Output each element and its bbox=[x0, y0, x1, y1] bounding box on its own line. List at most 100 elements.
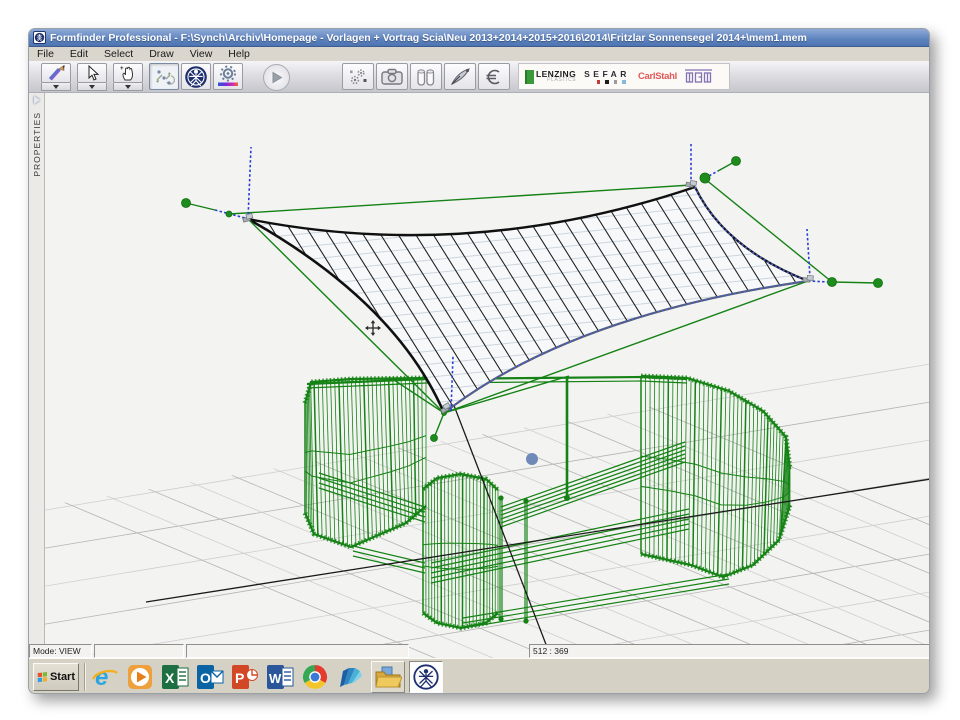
material-rolls-button[interactable] bbox=[410, 63, 442, 90]
fabric-rolls-icon bbox=[415, 66, 437, 88]
properties-panel-tab[interactable]: PROPERTIES bbox=[29, 93, 45, 644]
menu-file[interactable]: File bbox=[29, 48, 62, 60]
euro-icon bbox=[483, 66, 505, 88]
menu-select[interactable]: Select bbox=[96, 48, 141, 60]
anchor-point bbox=[431, 435, 438, 442]
draw-pencil-button[interactable] bbox=[41, 63, 71, 83]
svg-text:e: e bbox=[95, 664, 108, 691]
cursor-arrow-icon bbox=[83, 64, 101, 82]
render-settings-button[interactable] bbox=[213, 63, 243, 90]
taskbar: Start e X bbox=[29, 658, 929, 694]
toolbar: + bbox=[29, 61, 929, 93]
menu-bar: File Edit Select Draw View Help bbox=[29, 47, 929, 61]
svg-text:X: X bbox=[165, 670, 175, 686]
taskbar-chrome[interactable] bbox=[301, 663, 329, 691]
vitruvian-man-icon bbox=[34, 32, 45, 43]
taskbar-excel[interactable]: X bbox=[161, 663, 189, 691]
chrome-icon bbox=[301, 663, 329, 691]
anchor-point bbox=[732, 157, 741, 166]
svg-text:W: W bbox=[269, 671, 282, 686]
internet-explorer-icon: e bbox=[91, 663, 119, 691]
detailing-button[interactable] bbox=[444, 63, 476, 90]
feather-pen-icon bbox=[448, 66, 472, 88]
gear-rainbow-icon bbox=[216, 65, 240, 89]
pencil-icon bbox=[46, 64, 66, 82]
vitruvian-man-icon bbox=[413, 664, 439, 690]
camera-icon bbox=[380, 67, 404, 87]
taskbar-separator bbox=[84, 663, 86, 691]
word-icon: W bbox=[266, 663, 294, 691]
expand-arrow-icon bbox=[34, 96, 40, 104]
carlstahl-logo: CarlStahl bbox=[638, 71, 677, 82]
menu-edit[interactable]: Edit bbox=[62, 48, 96, 60]
membrane-sail bbox=[141, 96, 930, 531]
purple-partner-logo bbox=[685, 68, 712, 85]
menu-draw[interactable]: Draw bbox=[141, 48, 182, 60]
gears-pair-icon bbox=[347, 66, 369, 88]
title-bar: Formfinder Professional - F:\Synch\Archi… bbox=[29, 29, 929, 47]
desktop: Formfinder Professional - F:\Synch\Archi… bbox=[0, 0, 960, 720]
sefar-text: SEFAR bbox=[584, 70, 630, 79]
pan-hand-dropdown[interactable] bbox=[113, 83, 143, 91]
window-title: Formfinder Professional - F:\Synch\Archi… bbox=[50, 32, 807, 44]
folder-icon bbox=[374, 664, 402, 690]
lenzing-subtext: PLASTICS bbox=[547, 78, 576, 83]
scene-svg bbox=[45, 93, 930, 658]
formfinder-tool-button[interactable] bbox=[181, 63, 211, 90]
svg-text:+: + bbox=[120, 66, 124, 72]
powerpoint-icon: P bbox=[231, 663, 259, 691]
move-points-icon bbox=[153, 66, 175, 88]
sefar-squares bbox=[597, 80, 626, 84]
select-cursor-dropdown[interactable] bbox=[77, 83, 107, 91]
sponsor-logo-panel: LENZING PLASTICS SEFAR CarlStahl bbox=[518, 63, 730, 90]
transform-points-button[interactable] bbox=[149, 63, 179, 90]
anchor-point bbox=[874, 279, 883, 288]
start-label: Start bbox=[50, 671, 75, 683]
anchor-point bbox=[828, 278, 837, 287]
select-cursor-button[interactable] bbox=[77, 63, 107, 83]
lenzing-logo: LENZING PLASTICS bbox=[525, 70, 576, 84]
menu-help[interactable]: Help bbox=[220, 48, 258, 60]
cost-button[interactable] bbox=[478, 63, 510, 90]
taskbar-media-player[interactable] bbox=[126, 663, 154, 691]
lenzing-icon bbox=[525, 70, 534, 84]
svg-text:O: O bbox=[200, 670, 211, 686]
taskbar-word[interactable]: W bbox=[266, 663, 294, 691]
windows-logo-icon bbox=[37, 670, 48, 684]
pan-cursor-icon bbox=[365, 320, 381, 336]
vitruvian-man-icon bbox=[184, 65, 208, 89]
status-coordinates: 512 : 369 bbox=[529, 644, 930, 658]
anchor-point bbox=[182, 199, 191, 208]
menu-view[interactable]: View bbox=[182, 48, 221, 60]
anchor-point bbox=[226, 211, 232, 217]
viewport-3d[interactable] bbox=[45, 93, 930, 658]
play-button[interactable] bbox=[263, 64, 290, 91]
start-button[interactable]: Start bbox=[33, 663, 79, 691]
generator-button[interactable] bbox=[342, 63, 374, 90]
taskbar-outlook[interactable]: O bbox=[196, 663, 224, 691]
pan-hand-button[interactable]: + bbox=[113, 63, 143, 83]
taskbar-formfinder[interactable] bbox=[409, 661, 443, 693]
properties-label: PROPERTIES bbox=[32, 112, 42, 177]
taskbar-powerpoint[interactable]: P bbox=[231, 663, 259, 691]
play-icon bbox=[269, 70, 284, 85]
status-cell-3 bbox=[186, 644, 409, 658]
app-window: Formfinder Professional - F:\Synch\Archi… bbox=[28, 28, 930, 694]
hand-icon: + bbox=[119, 64, 137, 82]
taskbar-scia-engineer[interactable] bbox=[336, 663, 364, 691]
anchor-point bbox=[700, 173, 710, 183]
taskbar-file-explorer[interactable] bbox=[371, 661, 405, 693]
app-icon bbox=[33, 31, 46, 44]
snapshot-button[interactable] bbox=[376, 63, 408, 90]
sefar-logo: SEFAR bbox=[584, 70, 630, 84]
reference-sphere bbox=[526, 453, 538, 465]
svg-text:P: P bbox=[235, 670, 244, 686]
media-player-icon bbox=[126, 663, 154, 691]
status-cell-2 bbox=[94, 644, 184, 658]
excel-icon: X bbox=[161, 663, 189, 691]
taskbar-internet-explorer[interactable]: e bbox=[91, 663, 119, 691]
status-mode: Mode: VIEW bbox=[29, 644, 92, 658]
scia-fan-icon bbox=[336, 663, 364, 691]
draw-pencil-dropdown[interactable] bbox=[41, 83, 71, 91]
outlook-icon: O bbox=[196, 663, 224, 691]
